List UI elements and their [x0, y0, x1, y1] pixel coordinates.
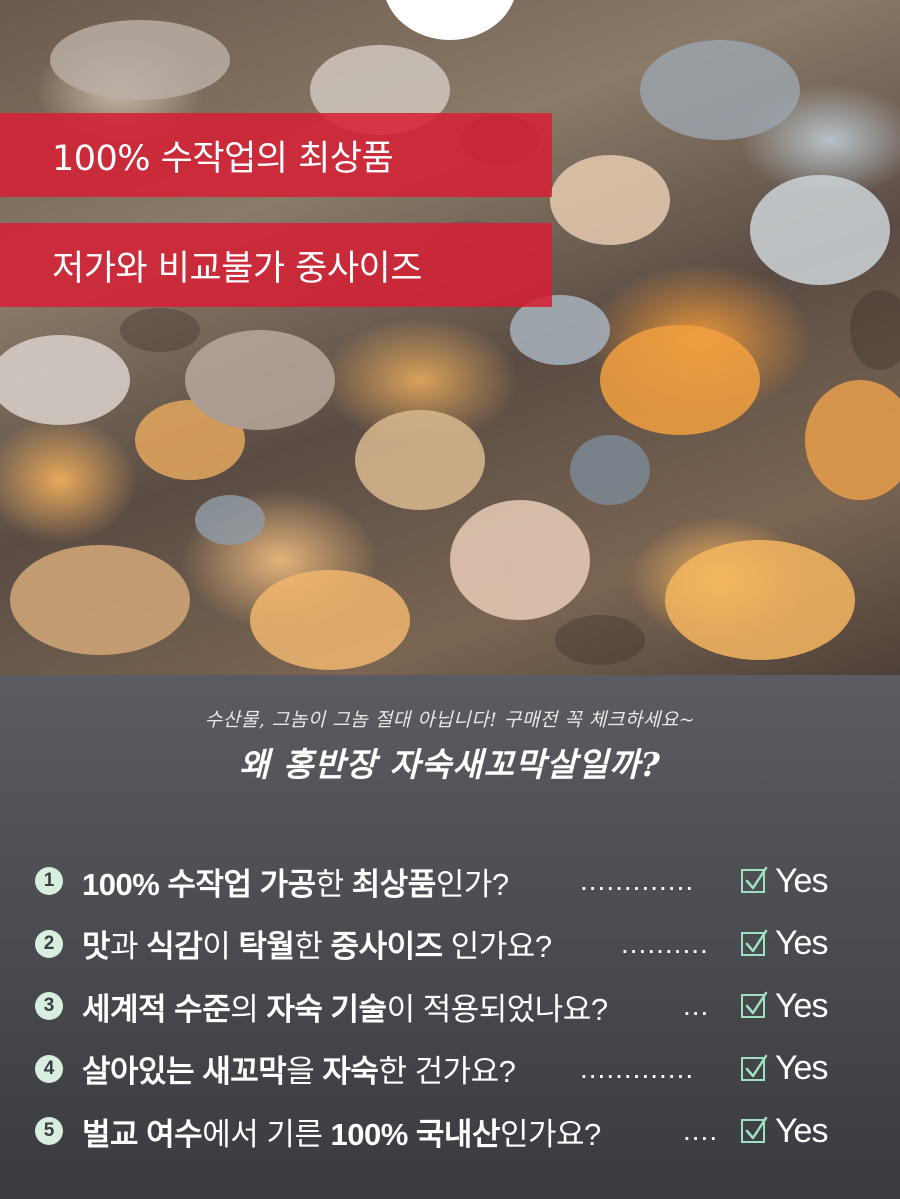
- question-text: 에서 기른: [202, 1116, 331, 1152]
- item-answer: Yes: [741, 861, 828, 901]
- checklist-item: 3 세계적 수준의 자숙 기술이 적용되었나요?... Yes: [35, 975, 865, 1038]
- item-question: 100% 수작업 가공한 최상품인가?: [82, 859, 509, 904]
- leader-dots: ..........: [621, 927, 709, 959]
- question-emphasis: 식감: [146, 929, 203, 965]
- question-text: 이: [202, 929, 239, 965]
- checklist-title: 왜 홍반장 자숙새꼬막살일까?: [239, 745, 661, 784]
- checked-box-icon: [741, 1117, 768, 1144]
- answer-yes-label: Yes: [775, 1049, 828, 1088]
- item-number-badge: 4: [35, 1054, 63, 1083]
- banner-medium-size: 저가와 비교불가 중사이즈: [0, 223, 552, 307]
- question-text: 인가요?: [499, 1116, 601, 1152]
- checked-box-icon: [741, 867, 768, 894]
- item-number-badge: 3: [35, 992, 63, 1021]
- question-text: 한: [294, 929, 331, 965]
- item-answer: Yes: [741, 1111, 828, 1151]
- item-question: 벌교 여수에서 기른 100% 국내산인가요?: [82, 1109, 601, 1154]
- checked-box-icon: [741, 992, 768, 1019]
- question-text: 한 건가요?: [378, 1054, 516, 1090]
- question-text: 인가요?: [442, 929, 552, 965]
- question-text: 의: [230, 991, 267, 1027]
- question-emphasis: 맛: [82, 929, 111, 965]
- question-text: 과: [110, 929, 147, 965]
- item-question: 세계적 수준의 자숙 기술이 적용되었나요?: [82, 984, 608, 1029]
- question-text: 이 적용되었나요?: [386, 991, 609, 1027]
- answer-yes-label: Yes: [775, 861, 828, 900]
- checklist-subtitle: 수산물, 그놈이 그놈 절대 아닙니다! 구매전 꼭 체크하세요~: [204, 709, 696, 731]
- leader-dots: .............: [580, 1052, 695, 1084]
- item-number-badge: 5: [35, 1117, 63, 1146]
- item-question: 맛과 식감이 탁월한 중사이즈 인가요?: [82, 921, 552, 966]
- item-answer: Yes: [741, 1049, 828, 1088]
- question-emphasis: 100% 수작업 가공: [82, 866, 316, 902]
- product-photo: [0, 0, 900, 675]
- question-emphasis: 중사이즈: [330, 929, 444, 965]
- checklist: 1 100% 수작업 가공한 최상품인가?............. Yes 2 맛과 …: [35, 850, 865, 1163]
- question-text: 한: [315, 866, 352, 902]
- item-answer: Yes: [741, 986, 828, 1026]
- item-question: 살아있는 새꼬막을 자숙한 건가요?: [82, 1046, 516, 1091]
- checklist-item: 5 벌교 여수에서 기른 100% 국내산인가요?.... Yes: [35, 1100, 865, 1163]
- product-detail-page: 100% 수작업의 최상품 저가와 비교불가 중사이즈 수산물, 그놈이 그놈 …: [0, 0, 900, 1199]
- cockles-photo-image: [0, 20, 900, 670]
- checked-box-icon: [741, 1054, 768, 1081]
- answer-yes-label: Yes: [775, 924, 828, 963]
- question-emphasis: 최상품: [351, 866, 437, 902]
- leader-dots: .............: [580, 865, 695, 897]
- item-number-badge: 2: [35, 929, 63, 958]
- checklist-item: 1 100% 수작업 가공한 최상품인가?............. Yes: [35, 850, 865, 913]
- banner-handmade-text: 100% 수작업의 최상품: [52, 138, 394, 179]
- question-emphasis: 세계적 수준: [82, 991, 231, 1027]
- banner-handmade: 100% 수작업의 최상품: [0, 113, 552, 197]
- checklist-item: 4 살아있는 새꼬막을 자숙한 건가요?............. Yes: [35, 1038, 865, 1101]
- item-answer: Yes: [741, 924, 828, 963]
- banner-medium-size-text: 저가와 비교불가 중사이즈: [52, 248, 422, 289]
- question-emphasis: 벌교 여수: [82, 1116, 203, 1152]
- answer-yes-label: Yes: [775, 986, 828, 1025]
- leader-dots: ...: [683, 990, 710, 1022]
- answer-yes-label: Yes: [775, 1111, 828, 1150]
- question-emphasis: 100% 국내산: [330, 1116, 501, 1152]
- item-number-badge: 1: [35, 867, 63, 896]
- leader-dots: ....: [683, 1115, 719, 1147]
- question-text: 을: [286, 1054, 323, 1090]
- question-emphasis: 자숙 기술: [266, 991, 387, 1027]
- checklist-item: 2 맛과 식감이 탁월한 중사이즈 인가요?.......... Yes: [35, 913, 865, 976]
- question-emphasis: 탁월: [238, 929, 295, 965]
- question-emphasis: 자숙: [322, 1054, 379, 1090]
- checked-box-icon: [741, 929, 768, 956]
- question-emphasis: 살아있는 새꼬막: [82, 1054, 287, 1090]
- question-text: 인가?: [435, 866, 509, 902]
